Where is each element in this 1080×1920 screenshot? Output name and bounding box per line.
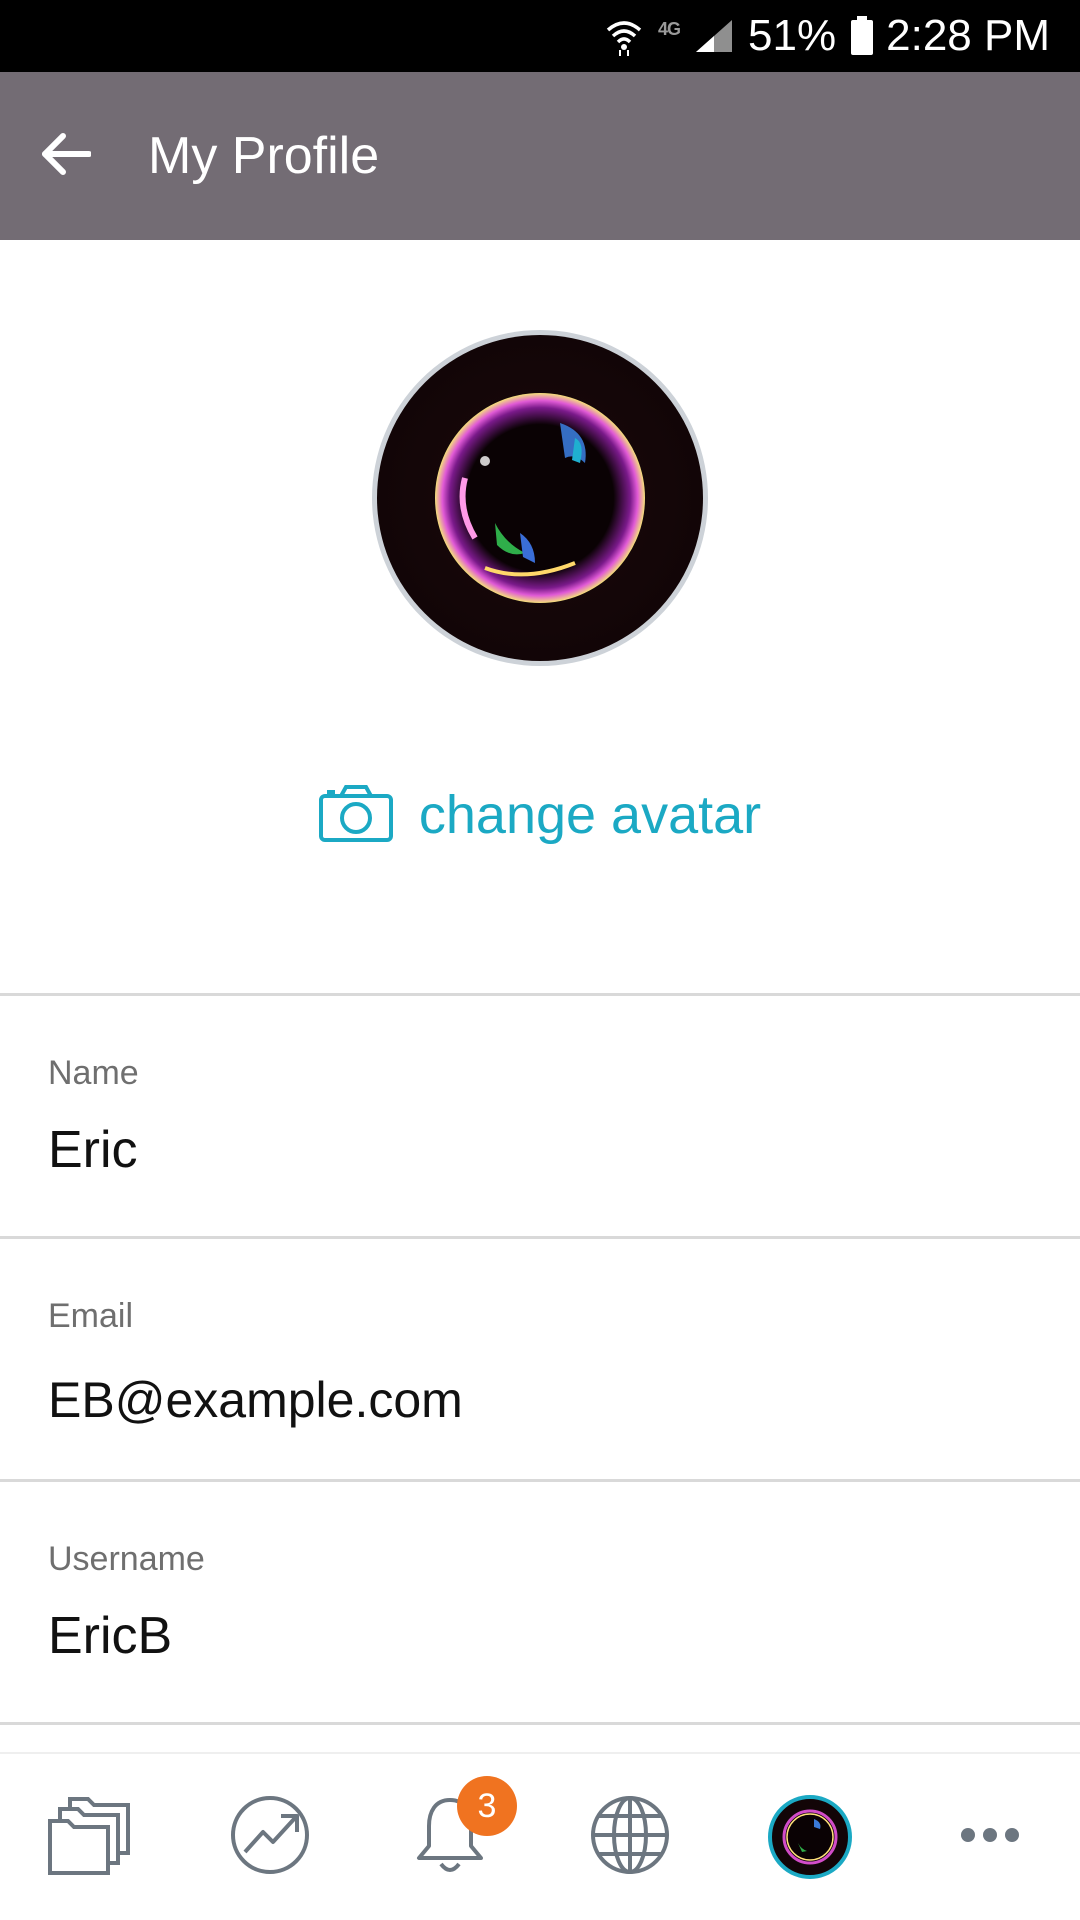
name-label: Name [48, 1054, 139, 1092]
globe-icon [589, 1794, 671, 1881]
profile-avatar-icon [768, 1795, 852, 1879]
change-avatar-button[interactable]: change avatar [0, 770, 1080, 860]
signal-icon [694, 18, 734, 54]
status-clock: 2:28 PM [886, 11, 1050, 60]
name-value: Eric [48, 1121, 138, 1179]
nav-explore[interactable] [555, 1762, 705, 1912]
bottom-navigation: 3 [0, 1752, 1080, 1920]
username-field[interactable]: Username EricB [0, 1482, 1080, 1722]
name-field[interactable]: Name Eric [0, 996, 1080, 1236]
network-type-label: 4G [658, 18, 681, 39]
camera-icon [318, 784, 393, 847]
nav-more[interactable] [915, 1762, 1065, 1912]
divider [0, 1722, 1080, 1725]
back-button[interactable] [0, 72, 130, 240]
status-bar: 4G 51% 2:28 PM [0, 0, 1080, 72]
nav-notifications[interactable]: 3 [375, 1762, 525, 1912]
app-bar: My Profile [0, 72, 1080, 240]
email-field[interactable]: Email EB@example.com [0, 1239, 1080, 1479]
page-title: My Profile [148, 127, 380, 185]
notification-count-badge: 3 [457, 1776, 517, 1836]
email-label: Email [48, 1297, 134, 1335]
wifi-icon [604, 16, 644, 56]
trending-chart-icon [229, 1794, 311, 1881]
battery-percent: 51% [748, 11, 837, 60]
username-value: EricB [48, 1607, 173, 1665]
change-avatar-label: change avatar [418, 785, 762, 845]
nav-activity[interactable] [195, 1762, 345, 1912]
nav-profile[interactable] [735, 1762, 885, 1912]
more-dots-icon [960, 1827, 1020, 1848]
folders-icon [48, 1795, 132, 1880]
username-label: Username [48, 1540, 205, 1578]
nav-files[interactable] [15, 1762, 165, 1912]
battery-icon [850, 16, 874, 56]
profile-avatar[interactable] [372, 330, 708, 666]
arrow-left-icon [39, 132, 92, 181]
soap-bubble-image [377, 335, 703, 661]
email-value: EB@example.com [48, 1372, 463, 1428]
